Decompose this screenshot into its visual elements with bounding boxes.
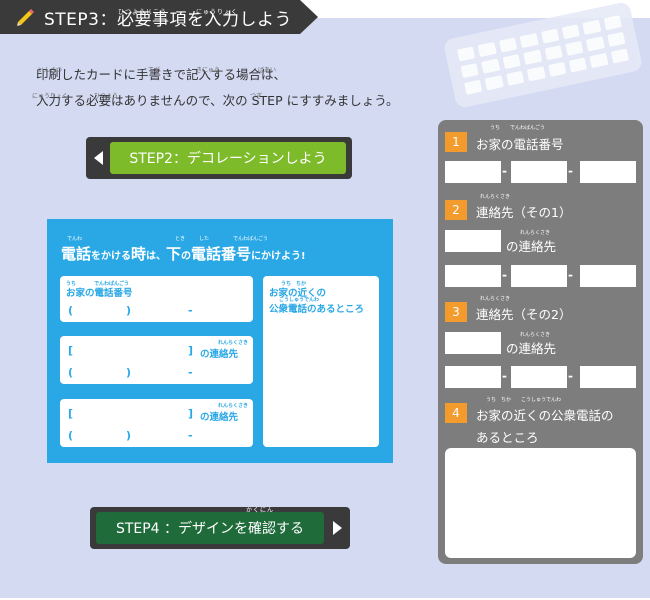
card-near-label-2: 公衆電話のあるところ	[269, 304, 365, 315]
step-title: STEP3：必要事項を入力しよう	[44, 9, 292, 30]
card-title-wa: は、	[146, 251, 167, 262]
intro-text: いんさつ てが きにゅう ばあい 印刷したカードに手書きで記入する場合は、 にゅ…	[32, 62, 436, 114]
card-home-phone-box: うち でんわばんごう お家の電話番号 ( ) -	[60, 276, 253, 322]
ruby-tegaki: てが	[148, 67, 161, 74]
card-dash: -	[188, 304, 193, 317]
arrow-left-icon[interactable]	[94, 151, 103, 165]
card-title-wokakeru: をかける	[91, 251, 132, 262]
contact-2-prefix-input[interactable]	[511, 366, 567, 388]
ruby-insatsu: いんさつ	[38, 67, 63, 74]
form-label-contact-1: 連絡先（その1）	[476, 205, 572, 220]
ruby-nyuuryoku: にゅうりょく	[196, 9, 239, 16]
form-dash: -	[502, 369, 507, 383]
home-phone-prefix-input[interactable]	[511, 161, 567, 183]
card-nearby-phone-box: うち ちか お家の近くの こうしゅうでんわ 公衆電話のあるところ	[263, 276, 379, 447]
ruby-hitsuyou: ひつよう	[94, 93, 119, 100]
form-contact-suffix-2: の連絡先	[506, 341, 557, 356]
card-title: 電話をかける時は、下の電話番号にかけよう!	[61, 243, 306, 264]
home-phone-area-input[interactable]	[445, 161, 501, 183]
card-paren-close: )	[126, 366, 132, 379]
card-title-kakeyou: にかけよう!	[251, 251, 306, 262]
card-contact-label: の連絡先	[200, 412, 239, 423]
form-dash: -	[568, 164, 573, 178]
form-dash: -	[502, 164, 507, 178]
form-number-2: 2	[445, 200, 467, 220]
card-bracket-close: ]	[188, 407, 194, 420]
ruby-hitsuyoujikou: ひつようじこう	[118, 9, 168, 16]
form-ruby-1: うち でんわばんごう	[490, 125, 546, 131]
card-contact-2-box: [ ] れんらくさき の連絡先 ( ) -	[60, 399, 253, 447]
ruby-baai: ばあい	[258, 67, 277, 74]
card-title-shita: 下	[166, 245, 182, 263]
card-title-denwa: 電話	[61, 245, 92, 263]
prev-step-nav[interactable]: STEP2：デコレーションしよう	[86, 137, 352, 179]
card-ruby-denwabangou: でんわばんごう	[233, 236, 269, 242]
form-contact-suffix-ruby: れんらくさき	[520, 230, 551, 236]
card-contact-ruby: れんらくさき	[218, 403, 249, 409]
next-step-button[interactable]: STEP4 ：デザインを確認する	[96, 512, 324, 544]
contact-1-prefix-input[interactable]	[511, 265, 567, 287]
card-bracket-open: [	[68, 344, 74, 357]
card-ruby-denwa: でんわ	[67, 236, 83, 242]
card-paren-open: (	[68, 429, 74, 442]
card-ruby-toki: とき	[175, 236, 186, 242]
card-contact-ruby: れんらくさき	[218, 340, 249, 346]
ruby-tsugi: つぎ	[250, 93, 263, 100]
form-ruby-2: れんらくさき	[480, 194, 511, 200]
form-dash: -	[568, 268, 573, 282]
next-step-nav[interactable]: かくにん STEP4 ：デザインを確認する	[90, 507, 350, 549]
contact-2-line-input[interactable]	[580, 366, 636, 388]
prev-step-button[interactable]: STEP2：デコレーションしよう	[110, 142, 346, 174]
input-form-panel: うち でんわばんごう 1 お家の電話番号 - - れんらくさき 2 連絡先（その…	[438, 120, 643, 564]
contact-1-line-input[interactable]	[580, 265, 636, 287]
card-ruby-shita: した	[199, 236, 210, 242]
form-contact-suffix-ruby: れんらくさき	[520, 332, 551, 338]
card-dash: -	[188, 429, 193, 442]
card-preview: でんわ とき した でんわばんごう 電話をかける時は、下の電話番号にかけよう! …	[47, 219, 393, 463]
arrow-right-icon[interactable]	[333, 521, 342, 535]
form-ruby-3: れんらくさき	[480, 296, 511, 302]
card-title-no: の	[181, 251, 192, 262]
ruby-kakunin: かくにん	[246, 507, 275, 514]
form-label-contact-2: 連絡先（その2）	[476, 307, 572, 322]
card-paren-close: )	[126, 429, 132, 442]
card-home-label: お家の電話番号	[66, 288, 133, 299]
card-bracket-open: [	[68, 407, 74, 420]
card-contact-1-box: [ ] れんらくさき の連絡先 ( ) -	[60, 336, 253, 384]
form-label-home-phone: お家の電話番号	[476, 137, 564, 152]
card-contact-label: の連絡先	[200, 349, 239, 360]
form-number-4: 4	[445, 403, 467, 423]
form-number-3: 3	[445, 302, 467, 322]
contact-2-area-input[interactable]	[445, 366, 501, 388]
step-header: STEP3：必要事項を入力しよう	[0, 0, 318, 34]
card-paren-open: (	[68, 304, 74, 317]
contact-2-name-input[interactable]	[445, 332, 501, 354]
form-ruby-4: うち ちか こうしゅうでんわ	[486, 397, 562, 403]
card-dash: -	[188, 366, 193, 379]
form-number-1: 1	[445, 132, 467, 152]
form-dash: -	[502, 268, 507, 282]
ruby-kinyuu: きにゅう	[196, 67, 221, 74]
card-title-denwabangou: 電話番号	[191, 245, 252, 263]
contact-1-area-input[interactable]	[445, 265, 501, 287]
card-bracket-close: ]	[188, 344, 194, 357]
form-label-nearby-phone-1: お家の近くの公衆電話の	[476, 408, 614, 423]
card-paren-open: (	[68, 366, 74, 379]
card-paren-close: )	[126, 304, 132, 317]
pencil-icon	[17, 9, 34, 26]
contact-1-name-input[interactable]	[445, 230, 501, 252]
ruby-nyuuryoku-intro: にゅうりょく	[32, 93, 69, 100]
home-phone-line-input[interactable]	[580, 161, 636, 183]
form-label-nearby-phone-2: あるところ	[476, 430, 539, 445]
card-title-toki: 時	[131, 245, 147, 263]
form-contact-suffix-1: の連絡先	[506, 239, 557, 254]
nearby-phone-textarea[interactable]	[445, 448, 636, 558]
form-dash: -	[568, 369, 573, 383]
